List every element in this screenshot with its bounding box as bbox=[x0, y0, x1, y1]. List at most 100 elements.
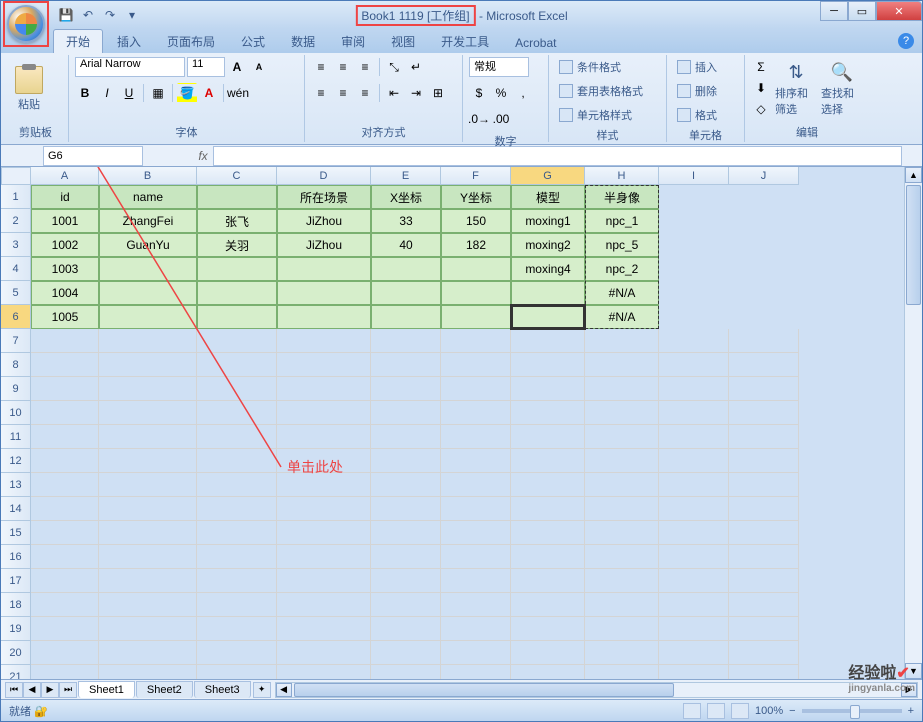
cell-A21[interactable] bbox=[31, 665, 99, 679]
cell-H6[interactable]: #N/A bbox=[585, 305, 659, 329]
cell-D11[interactable] bbox=[277, 425, 371, 449]
cell-E12[interactable] bbox=[371, 449, 441, 473]
tab-formulas[interactable]: 公式 bbox=[229, 30, 277, 53]
cell-J7[interactable] bbox=[729, 329, 799, 353]
cell-B3[interactable]: GuanYu bbox=[99, 233, 197, 257]
vertical-scrollbar[interactable]: ▲ ▼ bbox=[904, 167, 922, 679]
cell-G8[interactable] bbox=[511, 353, 585, 377]
align-middle-icon[interactable]: ≡ bbox=[333, 57, 353, 77]
cell-G12[interactable] bbox=[511, 449, 585, 473]
grow-font-icon[interactable]: A bbox=[227, 57, 247, 77]
col-header-H[interactable]: H bbox=[585, 167, 659, 185]
cell-I17[interactable] bbox=[659, 569, 729, 593]
cell-B20[interactable] bbox=[99, 641, 197, 665]
cell-F12[interactable] bbox=[441, 449, 511, 473]
cell-A15[interactable] bbox=[31, 521, 99, 545]
row-header-20[interactable]: 20 bbox=[1, 641, 31, 665]
currency-icon[interactable]: $ bbox=[469, 83, 489, 103]
cell-F10[interactable] bbox=[441, 401, 511, 425]
cell-D20[interactable] bbox=[277, 641, 371, 665]
cell-H16[interactable] bbox=[585, 545, 659, 569]
save-icon[interactable]: 💾 bbox=[57, 6, 75, 24]
row-header-5[interactable]: 5 bbox=[1, 281, 31, 305]
cell-J20[interactable] bbox=[729, 641, 799, 665]
cell-D9[interactable] bbox=[277, 377, 371, 401]
cell-E3[interactable]: 40 bbox=[371, 233, 441, 257]
sheet-nav-prev[interactable]: ◀ bbox=[23, 682, 41, 698]
cell-J8[interactable] bbox=[729, 353, 799, 377]
cell-A16[interactable] bbox=[31, 545, 99, 569]
select-all-corner[interactable] bbox=[1, 167, 31, 185]
tab-developer[interactable]: 开发工具 bbox=[429, 30, 501, 53]
sheet-nav-next[interactable]: ▶ bbox=[41, 682, 59, 698]
cell-H2[interactable]: npc_1 bbox=[585, 209, 659, 233]
cell-C5[interactable] bbox=[197, 281, 277, 305]
row-header-18[interactable]: 18 bbox=[1, 593, 31, 617]
cell-D1[interactable]: 所在场景 bbox=[277, 185, 371, 209]
cell-J11[interactable] bbox=[729, 425, 799, 449]
qat-dropdown-icon[interactable]: ▾ bbox=[123, 6, 141, 24]
cell-G9[interactable] bbox=[511, 377, 585, 401]
align-center-icon[interactable]: ≡ bbox=[333, 83, 353, 103]
sheet-nav-first[interactable]: ⏮ bbox=[5, 682, 23, 698]
increase-decimal-icon[interactable]: .0→ bbox=[469, 109, 489, 129]
cell-J12[interactable] bbox=[729, 449, 799, 473]
cell-B13[interactable] bbox=[99, 473, 197, 497]
cell-G16[interactable] bbox=[511, 545, 585, 569]
cell-D2[interactable]: JiZhou bbox=[277, 209, 371, 233]
cell-E18[interactable] bbox=[371, 593, 441, 617]
paste-button[interactable]: 粘贴 bbox=[9, 57, 49, 121]
cell-C19[interactable] bbox=[197, 617, 277, 641]
cell-I15[interactable] bbox=[659, 521, 729, 545]
cell-D4[interactable] bbox=[277, 257, 371, 281]
cell-B5[interactable] bbox=[99, 281, 197, 305]
sheet-tab-2[interactable]: Sheet2 bbox=[136, 681, 193, 698]
cell-G5[interactable] bbox=[511, 281, 585, 305]
row-header-10[interactable]: 10 bbox=[1, 401, 31, 425]
cell-D5[interactable] bbox=[277, 281, 371, 305]
cell-I21[interactable] bbox=[659, 665, 729, 679]
cell-E11[interactable] bbox=[371, 425, 441, 449]
formula-input[interactable] bbox=[213, 146, 902, 166]
cell-C8[interactable] bbox=[197, 353, 277, 377]
row-header-3[interactable]: 3 bbox=[1, 233, 31, 257]
cell-J18[interactable] bbox=[729, 593, 799, 617]
cell-B8[interactable] bbox=[99, 353, 197, 377]
cell-F13[interactable] bbox=[441, 473, 511, 497]
cell-E9[interactable] bbox=[371, 377, 441, 401]
cell-I19[interactable] bbox=[659, 617, 729, 641]
cell-F2[interactable]: 150 bbox=[441, 209, 511, 233]
row-header-11[interactable]: 11 bbox=[1, 425, 31, 449]
cell-A10[interactable] bbox=[31, 401, 99, 425]
new-sheet-button[interactable]: ✦ bbox=[253, 682, 271, 698]
cell-E14[interactable] bbox=[371, 497, 441, 521]
cell-E6[interactable] bbox=[371, 305, 441, 329]
cell-A6[interactable]: 1005 bbox=[31, 305, 99, 329]
cell-H13[interactable] bbox=[585, 473, 659, 497]
cell-D10[interactable] bbox=[277, 401, 371, 425]
row-header-14[interactable]: 14 bbox=[1, 497, 31, 521]
cell-H14[interactable] bbox=[585, 497, 659, 521]
cell-J17[interactable] bbox=[729, 569, 799, 593]
cell-B21[interactable] bbox=[99, 665, 197, 679]
cell-E4[interactable] bbox=[371, 257, 441, 281]
cell-E10[interactable] bbox=[371, 401, 441, 425]
cell-A1[interactable]: id bbox=[31, 185, 99, 209]
cell-C6[interactable] bbox=[197, 305, 277, 329]
cell-A18[interactable] bbox=[31, 593, 99, 617]
cell-B9[interactable] bbox=[99, 377, 197, 401]
horizontal-scrollbar[interactable]: ◀ ▶ bbox=[275, 682, 918, 698]
cell-A19[interactable] bbox=[31, 617, 99, 641]
cell-F7[interactable] bbox=[441, 329, 511, 353]
cell-I14[interactable] bbox=[659, 497, 729, 521]
cell-H4[interactable]: npc_2 bbox=[585, 257, 659, 281]
view-layout-button[interactable] bbox=[707, 703, 725, 719]
row-header-17[interactable]: 17 bbox=[1, 569, 31, 593]
cell-D3[interactable]: JiZhou bbox=[277, 233, 371, 257]
fill-icon[interactable]: ⬇ bbox=[751, 78, 771, 98]
cell-E20[interactable] bbox=[371, 641, 441, 665]
font-size-select[interactable]: 11 bbox=[187, 57, 225, 77]
row-header-9[interactable]: 9 bbox=[1, 377, 31, 401]
cell-C12[interactable] bbox=[197, 449, 277, 473]
cell-H12[interactable] bbox=[585, 449, 659, 473]
